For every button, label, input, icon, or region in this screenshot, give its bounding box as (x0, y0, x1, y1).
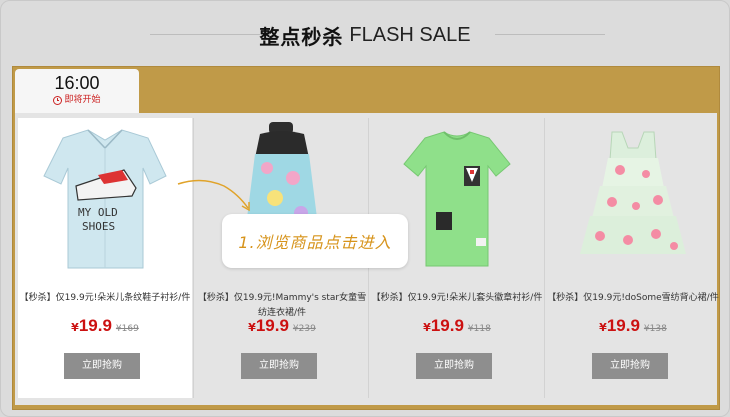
session-status: 即将开始 (15, 93, 139, 107)
svg-text:SHOES: SHOES (82, 220, 115, 233)
product-divider (544, 118, 545, 398)
product-card[interactable]: MY OLD SHOES 【秒杀】仅19.9元!朵米儿条纹鞋子衬衫/件 ¥19.… (18, 118, 192, 398)
product-price: ¥19.9 ¥118 (370, 316, 544, 336)
svg-text:MY OLD: MY OLD (78, 206, 118, 219)
clock-icon (53, 95, 63, 105)
price-original: ¥118 (467, 324, 491, 334)
buy-now-button[interactable]: 立即抢购 (241, 353, 317, 379)
session-status-label: 即将开始 (64, 95, 101, 105)
product-card[interactable]: 【秒杀】仅19.9元!doSome雪纺背心裙/件 ¥19.9 ¥138 立即抢购 (546, 118, 720, 398)
price-currency: ¥ (71, 321, 79, 334)
product-divider (193, 118, 194, 398)
price-current: 19.9 (255, 316, 289, 335)
price-original: ¥138 (643, 324, 667, 334)
price-original: ¥169 (115, 324, 139, 334)
buy-now-button[interactable]: 立即抢购 (416, 353, 492, 379)
session-tab-1600[interactable]: 16:00 即将开始 (15, 69, 139, 113)
price-currency: ¥ (423, 321, 431, 334)
product-image-floral-dress[interactable] (556, 118, 710, 278)
flash-sale-header: 整点秒杀 FLASH SALE (0, 10, 730, 60)
header-divider-right (495, 34, 605, 35)
product-price: ¥19.9 ¥169 (18, 316, 192, 336)
annotation-bubble: 1.浏览商品点击进入 (222, 214, 408, 268)
price-original: ¥239 (292, 324, 316, 334)
product-name[interactable]: 【秒杀】仅19.9元!朵米儿条纹鞋子衬衫/件 (18, 291, 192, 306)
price-currency: ¥ (599, 321, 607, 334)
product-price: ¥19.9 ¥239 (195, 316, 369, 336)
annotation-text: 1.浏览商品点击进入 (238, 233, 392, 252)
price-current: 19.9 (78, 316, 112, 335)
product-name[interactable]: 【秒杀】仅19.9元!朵米儿套头徽章衬衫/件 (370, 291, 544, 306)
product-price: ¥19.9 ¥138 (546, 316, 720, 336)
price-currency: ¥ (248, 321, 256, 334)
header-divider-left (150, 34, 260, 35)
product-image-striped-shirt[interactable]: MY OLD SHOES (28, 118, 182, 278)
price-current: 19.9 (430, 316, 464, 335)
session-time: 16:00 (54, 73, 100, 93)
buy-now-button[interactable]: 立即抢购 (64, 353, 140, 379)
product-name[interactable]: 【秒杀】仅19.9元!doSome雪纺背心裙/件 (546, 291, 720, 306)
buy-now-button[interactable]: 立即抢购 (592, 353, 668, 379)
annotation-arrow-icon (177, 179, 250, 212)
header-title-cn: 整点秒杀 (259, 24, 344, 49)
header-title-en: FLASH SALE (349, 23, 471, 46)
price-current: 19.9 (606, 316, 640, 335)
